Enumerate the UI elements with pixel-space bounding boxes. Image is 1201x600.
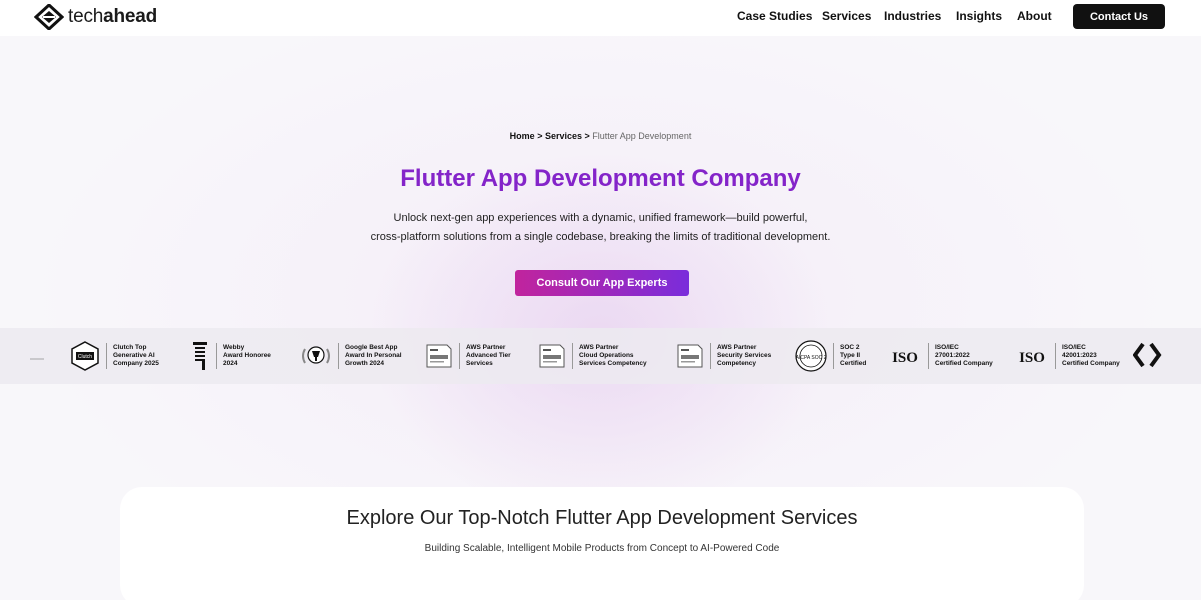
consult-app-experts-button[interactable]: Consult Our App Experts [515, 270, 689, 296]
page-title: Flutter App Development Company [400, 165, 801, 192]
google-best-app-icon [302, 346, 330, 364]
services-section: Explore Our Top-Notch Flutter App Develo… [120, 487, 1084, 600]
services-title: Explore Our Top-Notch Flutter App Develo… [346, 507, 858, 529]
aicpa-soc2-icon: AICPA SOC 2 [795, 340, 827, 372]
award-item-aws-cloud-ops: AWS Partner Cloud Operations Services Co… [538, 340, 647, 372]
hero-subtitle: Unlock next-gen app experiences with a d… [0, 209, 1201, 247]
award-divider [833, 343, 834, 369]
award-item-aws-security: AWS Partner Security Services Competency [676, 340, 771, 372]
breadcrumb-separator: > [582, 131, 593, 141]
svg-text:ISO: ISO [1019, 350, 1045, 366]
award-item-clutch: Clutch Clutch Top Generative AI Company … [70, 340, 159, 372]
techahead-logo-icon [34, 4, 64, 30]
award-text: AWS Partner Security Services Competency [717, 344, 772, 367]
webby-award-icon [193, 342, 207, 370]
award-text: ISO/IEC 27001:2022 Certified Company [935, 344, 993, 367]
breadcrumb-separator: > [534, 131, 545, 141]
techahead-logo-icon [1132, 342, 1162, 368]
iso-logo-icon: ISO [1019, 350, 1045, 366]
breadcrumb: Home > Services > Flutter App Developmen… [0, 131, 1201, 141]
clutch-badge-icon: Clutch [71, 341, 99, 371]
award-divider [106, 343, 107, 369]
award-divider [1055, 343, 1056, 369]
award-partial-icon [30, 358, 44, 360]
svg-text:ISO: ISO [892, 350, 918, 366]
award-text: SOC 2 Type II Certified [840, 344, 867, 367]
award-divider [710, 343, 711, 369]
breadcrumb-current: Flutter App Development [592, 131, 692, 141]
award-item-iso-27001: ISO ISO/IEC 27001:2022 Certified Company [888, 340, 993, 372]
award-item-google: Google Best App Award In Personal Growth… [300, 340, 402, 372]
hero-subtitle-line: cross-platform solutions from a single c… [370, 231, 831, 243]
aws-partner-icon [677, 344, 703, 368]
site-header: techahead Case Studies Services Industri… [0, 0, 1201, 36]
award-divider [459, 343, 460, 369]
award-item-aws-advanced: AWS Partner Advanced Tier Services [425, 340, 511, 372]
award-text: Google Best App Award In Personal Growth… [345, 344, 402, 367]
hero-subtitle-line: Unlock next-gen app experiences with a d… [393, 212, 808, 224]
nav-insights[interactable]: Insights [956, 9, 1002, 23]
techahead-logo[interactable]: techahead [34, 4, 157, 30]
aws-partner-icon [426, 344, 452, 368]
nav-case-studies[interactable]: Case Studies [737, 9, 812, 23]
nav-services[interactable]: Services [822, 9, 871, 23]
award-divider [216, 343, 217, 369]
nav-industries[interactable]: Industries [884, 9, 941, 23]
award-item-soc2: AICPA SOC 2 SOC 2 Type II Certified [795, 340, 866, 372]
award-partial-left [30, 350, 44, 360]
award-divider [572, 343, 573, 369]
logo-wordmark: techahead [68, 6, 158, 27]
svg-text:Clutch: Clutch [78, 354, 92, 360]
services-subtitle: Building Scalable, Intelligent Mobile Pr… [424, 543, 780, 554]
award-divider [338, 343, 339, 369]
award-text: AWS Partner Advanced Tier Services [466, 344, 511, 367]
awards-carousel[interactable]: Clutch Clutch Top Generative AI Company … [0, 328, 1201, 384]
iso-logo-icon: ISO [892, 350, 918, 366]
contact-us-button[interactable]: Contact Us [1073, 4, 1165, 29]
breadcrumb-services[interactable]: Services [545, 131, 582, 141]
award-text: ISO/IEC 42001:2023 Certified Company [1062, 344, 1120, 367]
svg-text:AICPA SOC 2: AICPA SOC 2 [796, 355, 827, 361]
aws-partner-icon [539, 344, 565, 368]
award-text: AWS Partner Cloud Operations Services Co… [579, 344, 647, 367]
award-item-webby: Webby Award Honoree 2024 [190, 340, 271, 372]
award-item-iso-42001: ISO ISO/IEC 42001:2023 Certified Company [1015, 340, 1120, 372]
nav-about[interactable]: About [1017, 9, 1052, 23]
award-text: Clutch Top Generative AI Company 2025 [113, 344, 159, 367]
award-divider [928, 343, 929, 369]
breadcrumb-home[interactable]: Home [510, 131, 535, 141]
award-partial-right [1132, 342, 1163, 368]
award-text: Webby Award Honoree 2024 [223, 344, 271, 367]
